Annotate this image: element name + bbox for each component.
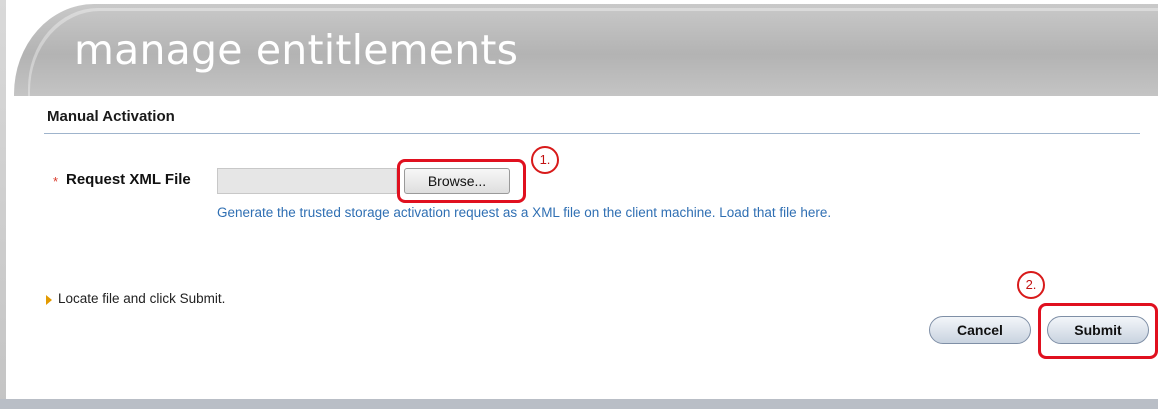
field-help-text: Generate the trusted storage activation … xyxy=(217,205,832,220)
page-frame: manage entitlements Manual Activation * … xyxy=(0,0,1158,409)
hint-text: Locate file and click Submit. xyxy=(58,291,226,306)
page-title: manage entitlements xyxy=(74,26,519,74)
header-bar: manage entitlements xyxy=(14,4,1158,96)
submit-highlight xyxy=(1038,303,1158,359)
left-rail xyxy=(0,0,6,409)
request-xml-file-label: Request XML File xyxy=(66,171,191,188)
section-divider xyxy=(44,133,1140,134)
section-heading: Manual Activation xyxy=(47,108,175,125)
content-panel xyxy=(30,96,1158,399)
bottom-bar xyxy=(0,399,1158,409)
cancel-button[interactable]: Cancel xyxy=(929,316,1031,344)
step-1-marker: 1. xyxy=(531,146,559,174)
step-2-marker: 2. xyxy=(1017,271,1045,299)
required-marker: * xyxy=(53,174,59,189)
file-path-input[interactable] xyxy=(217,168,397,194)
hint-arrow-icon xyxy=(46,295,52,305)
browse-highlight xyxy=(397,159,526,203)
